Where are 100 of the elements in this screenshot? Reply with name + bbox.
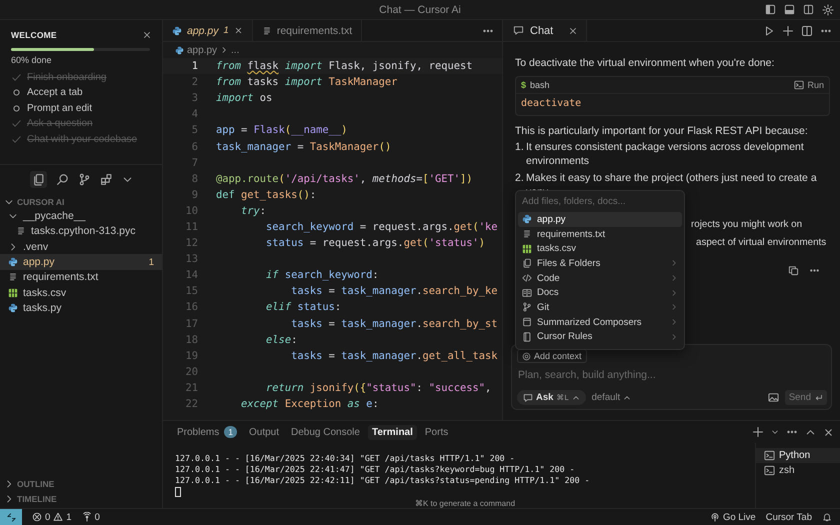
line-number: 11: [184, 220, 198, 233]
composers-icon: [522, 317, 532, 328]
text-file-icon: [16, 226, 26, 236]
chat-bubble-icon: [513, 25, 524, 36]
message-input[interactable]: Plan, search, build anything...: [517, 366, 827, 387]
copy-icon[interactable]: [788, 265, 799, 276]
list-number: 1.: [515, 141, 525, 155]
folder-item[interactable]: .venv: [0, 239, 162, 254]
menu-item[interactable]: tasks.csv: [518, 241, 682, 256]
close-icon[interactable]: [568, 26, 578, 36]
list-item-text: aspect of virtual environments: [696, 236, 828, 249]
terminal-icon: [794, 80, 804, 90]
folder-item[interactable]: __pycache__: [0, 208, 162, 224]
code-line: tasks = task_manager.get_all_task: [290, 350, 498, 362]
welcome-title: WELCOME: [11, 30, 57, 40]
sidebar-toggle-icon[interactable]: [765, 4, 776, 14]
prompt-symbol: $: [521, 80, 526, 90]
search-icon[interactable]: [56, 172, 68, 186]
chevron-down-icon[interactable]: [771, 428, 779, 436]
breadcrumb-item[interactable]: app.py: [175, 44, 218, 56]
rules-icon: [522, 332, 532, 342]
count-badge: 1: [224, 426, 237, 438]
file-item[interactable]: requirements.txt: [0, 270, 162, 285]
menu-item[interactable]: Cursor Rules: [518, 330, 682, 344]
chat-bubble-icon: [523, 392, 533, 402]
file-item[interactable]: tasks.csv: [0, 284, 162, 300]
notifications-icon[interactable]: [822, 512, 832, 522]
close-icon[interactable]: [142, 30, 152, 40]
source-control-icon[interactable]: [78, 172, 90, 186]
remote-button[interactable]: [0, 509, 22, 525]
model-selector[interactable]: default: [592, 392, 632, 403]
code-text: deactivate: [520, 97, 582, 111]
code-line: else:: [265, 334, 298, 346]
line-number: 21: [184, 382, 198, 394]
explorer-button[interactable]: [30, 170, 46, 188]
python-file-icon: [8, 302, 18, 313]
plus-icon[interactable]: [782, 24, 794, 36]
terminal-hint: ⌘K to generate a command: [414, 499, 516, 508]
code-line: import os: [216, 92, 272, 104]
problem-count: 1: [148, 256, 154, 268]
code-line: tasks = task_manager.search_by_ke: [290, 285, 498, 298]
settings-icon[interactable]: [822, 4, 834, 16]
panel-tab[interactable]: Problems 1: [173, 424, 241, 440]
line-number: 8: [190, 172, 198, 185]
terminal-item[interactable]: Python: [756, 448, 840, 463]
spreadsheet-file-icon: [8, 288, 18, 298]
editor-tab[interactable]: requirements.txt: [252, 20, 362, 41]
terminal-icon: [764, 450, 775, 461]
close-icon[interactable]: [234, 26, 243, 35]
panel-tab[interactable]: Ports: [420, 424, 452, 440]
panel-tab[interactable]: Terminal: [368, 424, 417, 440]
go-live-button[interactable]: Go Live: [710, 512, 756, 522]
code-line: elif status:: [265, 301, 342, 314]
panel-tab[interactable]: Output: [244, 424, 284, 440]
ports-status[interactable]: 0: [82, 512, 100, 522]
files-icon: [522, 258, 532, 268]
panel-toggle-icon[interactable]: [784, 4, 795, 14]
terminal-item[interactable]: zsh: [756, 463, 840, 478]
file-item[interactable]: tasks.py: [0, 300, 162, 316]
warning-icon: [53, 512, 64, 522]
broadcast-icon: [710, 512, 720, 522]
menu-item[interactable]: app.py: [518, 212, 682, 227]
play-icon[interactable]: [763, 24, 775, 36]
menu-search-field[interactable]: Add files, folders, docs...: [518, 193, 682, 212]
panel-tab[interactable]: Debug Console: [287, 424, 364, 440]
breadcrumb-item[interactable]: ...: [231, 44, 240, 56]
problems-status[interactable]: 0 1: [32, 512, 72, 522]
menu-item[interactable]: requirements.txt: [518, 226, 682, 242]
split-icon[interactable]: [801, 24, 813, 36]
code-line: @app.route('/api/tasks', methods=['GET']): [216, 172, 473, 185]
text-file-icon: [522, 229, 532, 240]
line-number: 17: [184, 318, 198, 330]
file-item[interactable]: app.py 1: [0, 254, 162, 270]
onboarding-step[interactable]: Prompt an edit: [27, 102, 92, 114]
files-icon: [32, 172, 44, 186]
line-number: 4: [190, 108, 198, 120]
python-file-icon: [522, 214, 532, 224]
run-button[interactable]: Run: [794, 80, 824, 90]
code-line: def get_tasks():: [216, 188, 316, 201]
onboarding-step[interactable]: Accept a tab: [27, 87, 83, 98]
terminal-line: 127.0.0.1 - - [16/Mar/2025 22:40:34] "GET /api/tasks HTTP/1.1" 200 -: [175, 453, 516, 464]
caret-icon: [572, 394, 580, 402]
close-icon[interactable]: [823, 426, 834, 438]
menu-item[interactable]: Git: [518, 300, 682, 315]
extensions-icon[interactable]: [100, 172, 112, 186]
line-number: 15: [184, 285, 198, 298]
plus-icon[interactable]: [752, 426, 764, 438]
line-number: 3: [190, 92, 198, 104]
split-layout-icon[interactable]: [803, 4, 814, 14]
line-number: 5: [190, 124, 198, 136]
menu-item[interactable]: Docs: [518, 285, 682, 300]
cursor-tab-button[interactable]: Cursor Tab: [766, 512, 812, 522]
menu-item[interactable]: Summarized Composers: [518, 314, 682, 330]
line-number: 2: [190, 76, 198, 88]
image-icon[interactable]: [768, 392, 779, 403]
menu-item[interactable]: Files & Folders: [518, 256, 682, 271]
caret-icon: [623, 394, 632, 402]
text-file-icon: [262, 26, 272, 36]
file-item[interactable]: tasks.cpython-313.pyc: [0, 224, 162, 240]
menu-item[interactable]: Code: [518, 270, 682, 286]
